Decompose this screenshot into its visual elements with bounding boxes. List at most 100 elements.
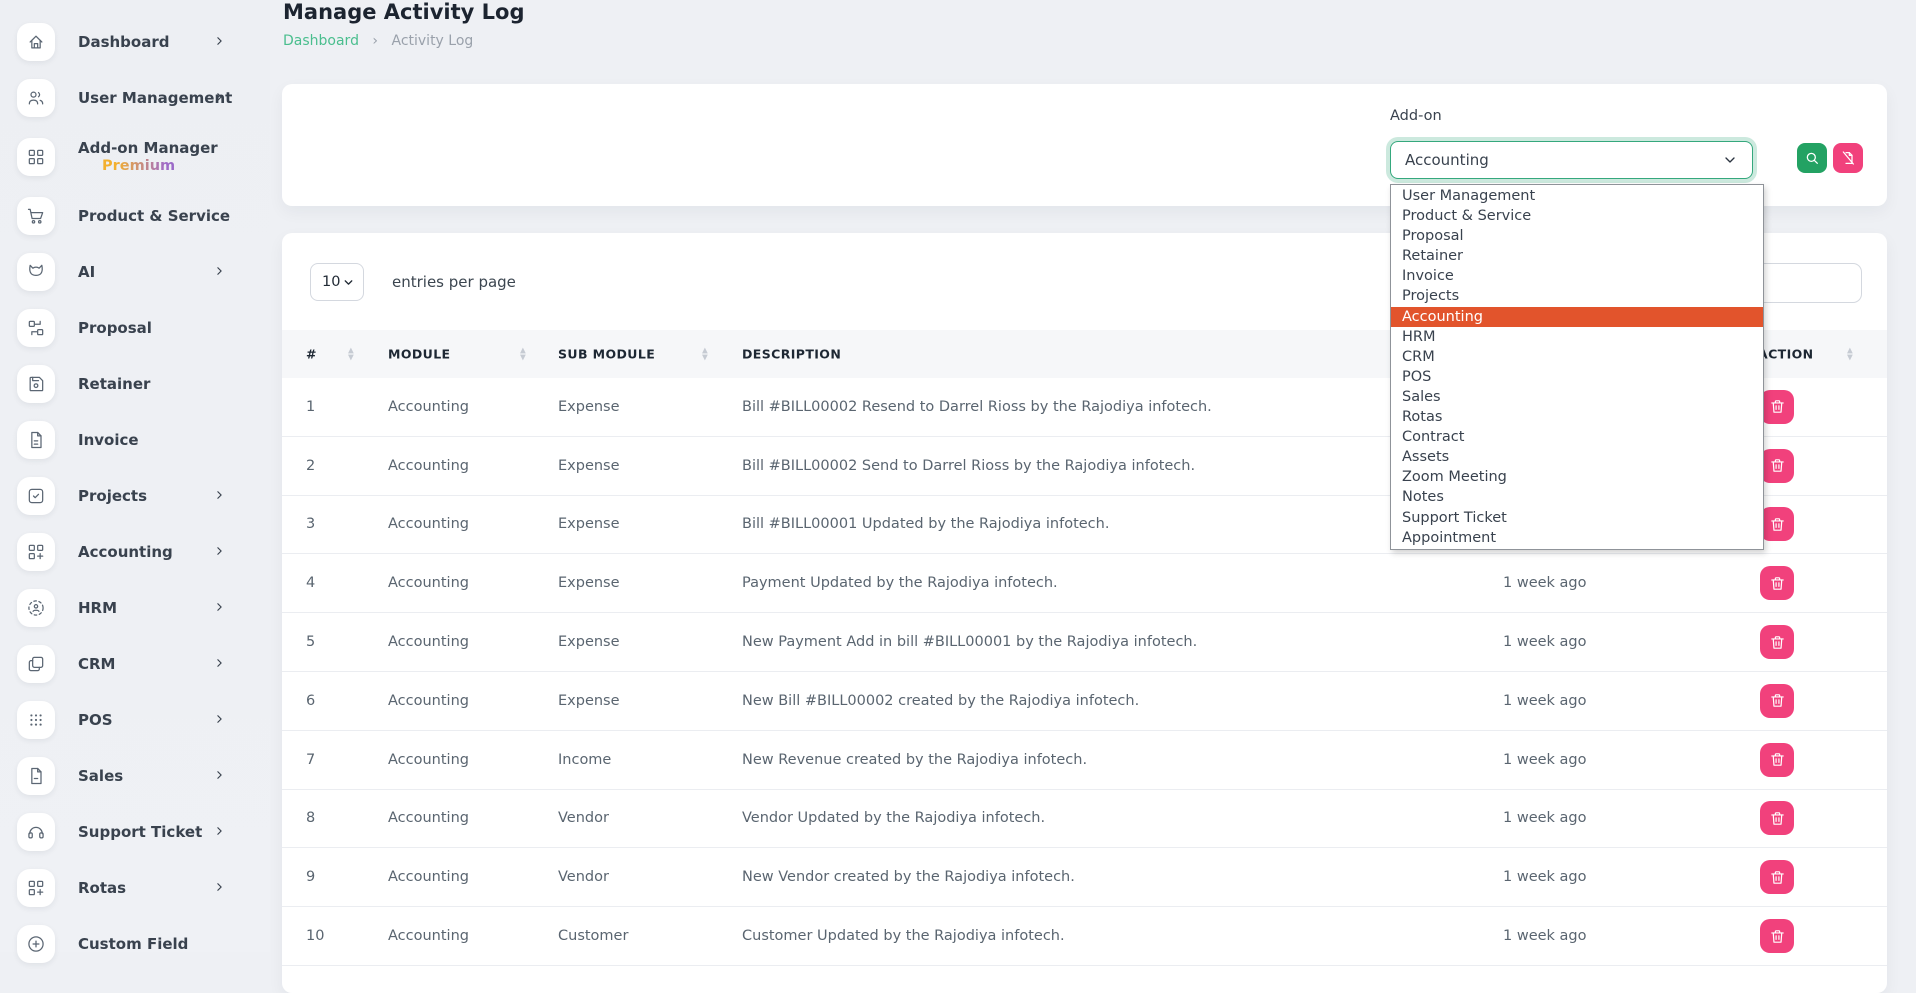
table-row: 6AccountingExpenseNew Bill #BILL00002 cr… [282,672,1887,731]
delete-button[interactable] [1760,801,1794,835]
addon-option-accounting[interactable]: Accounting [1391,307,1763,327]
sidebar-item-add-on-manager[interactable]: Add-on ManagerPremium [0,126,270,188]
sidebar-item-retainer[interactable]: Retainer [0,356,270,412]
cell-description: Bill #BILL00002 Send to Darrel Rioss by … [742,458,1195,474]
cell-num: 9 [306,869,315,885]
delete-button[interactable] [1760,566,1794,600]
delete-button[interactable] [1760,684,1794,718]
addon-option-hrm[interactable]: HRM [1391,327,1763,347]
chevron-down-icon [1722,152,1738,168]
addon-option-product-service[interactable]: Product & Service [1391,206,1763,226]
delete-button[interactable] [1760,507,1794,541]
sidebar-item-projects[interactable]: Projects [0,468,270,524]
table-row: 4AccountingExpensePayment Updated by the… [282,554,1887,613]
cell-description: Bill #BILL00002 Resend to Darrel Rioss b… [742,399,1212,415]
chevron-right-icon [213,263,226,282]
column-header-module[interactable]: MODULE [388,347,451,362]
trash-icon [1769,928,1786,945]
delete-button[interactable] [1760,919,1794,953]
reset-filter-button[interactable] [1833,143,1863,173]
sidebar-item-dashboard[interactable]: Dashboard [0,14,270,70]
sidebar-item-pos[interactable]: POS [0,692,270,748]
delete-button[interactable] [1760,743,1794,777]
addon-label: Add-on [1390,108,1442,124]
addon-option-assets[interactable]: Assets [1391,447,1763,467]
cell-num: 8 [306,810,315,826]
cell-num: 3 [306,516,315,532]
addon-option-appointment[interactable]: Appointment [1391,528,1763,548]
cell-num: 4 [306,575,315,591]
chevron-down-icon [342,276,355,289]
cell-description: New Payment Add in bill #BILL00001 by th… [742,634,1197,650]
trash-icon [1769,634,1786,651]
column-header-sub-module[interactable]: SUB MODULE [558,347,655,362]
addon-option-invoice[interactable]: Invoice [1391,266,1763,286]
chevron-right-icon [213,33,226,52]
sidebar-item-ai[interactable]: AI [0,244,270,300]
column-header-action[interactable]: ACTION [1758,347,1814,362]
sidebar-item-custom-field[interactable]: Custom Field [0,916,270,972]
cell-sub-module: Expense [558,575,620,591]
grid-plus-icon [17,869,55,907]
addon-option-proposal[interactable]: Proposal [1391,226,1763,246]
delete-button[interactable] [1760,860,1794,894]
chevron-right-icon [213,543,226,562]
addon-option-projects[interactable]: Projects [1391,286,1763,306]
addon-option-crm[interactable]: CRM [1391,347,1763,367]
sidebar-item-product-service[interactable]: Product & Service [0,188,270,244]
cell-module: Accounting [388,928,469,944]
addon-option-zoom-meeting[interactable]: Zoom Meeting [1391,467,1763,487]
sidebar-item-proposal[interactable]: Proposal [0,300,270,356]
cell-description: New Vendor created by the Rajodiya infot… [742,869,1075,885]
sort-icon: ▲▼ [1847,348,1853,361]
entries-per-page-select[interactable]: 10 [310,263,364,301]
addon-option-rotas[interactable]: Rotas [1391,407,1763,427]
chevron-right-icon [213,711,226,730]
cell-sub-module: Expense [558,516,620,532]
file-text-icon [17,421,55,459]
overlap-icon [17,645,55,683]
addon-select[interactable]: Accounting [1390,141,1753,179]
delete-button[interactable] [1760,625,1794,659]
breadcrumb-dashboard-link[interactable]: Dashboard [283,33,359,49]
addon-option-sales[interactable]: Sales [1391,387,1763,407]
sidebar-item-user-management[interactable]: User Management [0,70,270,126]
sidebar-item-crm[interactable]: CRM [0,636,270,692]
addon-option-pos[interactable]: POS [1391,367,1763,387]
trash-icon [1769,516,1786,533]
breadcrumb-separator: › [372,33,378,49]
column-header-description[interactable]: DESCRIPTION [742,347,841,362]
sidebar-item-rotas[interactable]: Rotas [0,860,270,916]
table-row: 10AccountingCustomerCustomer Updated by … [282,907,1887,966]
sidebar-item-label: Invoice [78,431,139,450]
users-icon [17,79,55,117]
table-row: 7AccountingIncomeNew Revenue created by … [282,731,1887,790]
sidebar-item-label: Support Ticket [78,823,202,842]
ai-icon [17,253,55,291]
addon-option-support-ticket[interactable]: Support Ticket [1391,508,1763,528]
cell-module: Accounting [388,693,469,709]
table-row: 9AccountingVendorNew Vendor created by t… [282,848,1887,907]
delete-button[interactable] [1760,449,1794,483]
table-row: 5AccountingExpenseNew Payment Add in bil… [282,613,1887,672]
chevron-right-icon [213,879,226,898]
addon-option-notes[interactable]: Notes [1391,487,1763,507]
grid-icon [17,138,55,176]
sidebar-item-label: Accounting [78,543,173,562]
sidebar-item-accounting[interactable]: Accounting [0,524,270,580]
sidebar-item-sales[interactable]: Sales [0,748,270,804]
sort-icon: ▲▼ [520,348,526,361]
cell-date: 1 week ago [1503,752,1587,768]
search-button[interactable] [1797,143,1827,173]
sidebar-item-hrm[interactable]: HRM [0,580,270,636]
cell-date: 1 week ago [1503,575,1587,591]
sidebar-item-invoice[interactable]: Invoice [0,412,270,468]
grid-plus-icon [17,533,55,571]
column-header-num[interactable]: # [306,347,317,362]
addon-option-contract[interactable]: Contract [1391,427,1763,447]
addon-option-retainer[interactable]: Retainer [1391,246,1763,266]
delete-button[interactable] [1760,390,1794,424]
addon-option-user-management[interactable]: User Management [1391,186,1763,206]
sidebar-item-support-ticket[interactable]: Support Ticket [0,804,270,860]
sidebar-item-label: Sales [78,767,123,786]
